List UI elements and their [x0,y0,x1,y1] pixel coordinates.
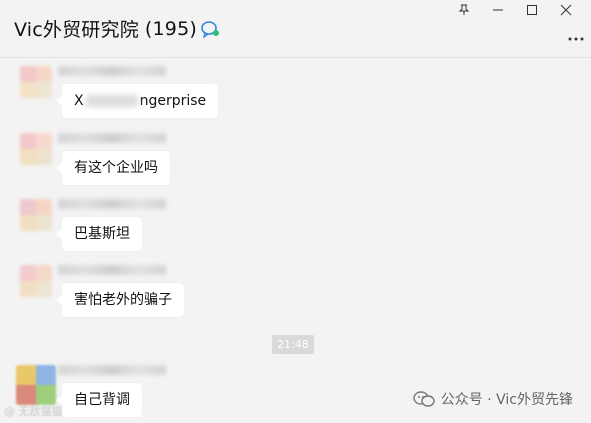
message-text: 有这个企业吗 [74,160,158,176]
avatar[interactable] [16,365,56,405]
chat-bubble-icon[interactable] [200,20,220,39]
title-divider [0,57,591,58]
sender-name [58,265,166,275]
sender-name [58,199,166,209]
message-text-end: ngerprise [139,93,207,109]
message-bubble[interactable]: 自己背调 [56,383,142,417]
pin-icon[interactable] [447,0,481,20]
timestamp: 21:48 [272,335,314,354]
title-bar: Vic外贸研究院 (195) [0,0,591,58]
avatar[interactable] [20,66,52,98]
maximize-icon[interactable] [515,0,549,20]
sender-name [58,365,166,375]
minimize-icon[interactable] [481,0,515,20]
group-name: Vic外贸研究院 [14,19,139,41]
message-text: 自己背调 [74,392,130,408]
message-bubble[interactable]: 有这个企业吗 [56,151,170,185]
wechat-official-account-icon [413,390,435,408]
sender-name [58,66,166,76]
sender-name [58,133,166,143]
avatar[interactable] [20,265,52,297]
more-icon[interactable] [567,27,585,41]
watermark-text: 公众号 · Vic外贸先锋 [440,392,573,408]
message-bubble[interactable]: 害怕老外的骗子 [56,283,184,317]
avatar[interactable] [20,133,52,165]
chat-title[interactable]: Vic外贸研究院 (195) [14,15,220,42]
avatar[interactable] [20,199,52,231]
message-text: 害怕老外的骗子 [74,292,172,308]
message-bubble[interactable]: Xngerprise [55,84,219,118]
close-icon[interactable] [549,0,583,20]
account-watermark: 公众号 · Vic外贸先锋 [413,389,573,409]
message-text-start: X [74,93,84,109]
redacted-text [85,95,138,107]
message-text: 巴基斯坦 [74,226,130,242]
corner-watermark: @ 无敌猫猫 [4,405,63,418]
message-bubble[interactable]: 巴基斯坦 [56,217,142,251]
member-count: (195) [144,17,197,40]
